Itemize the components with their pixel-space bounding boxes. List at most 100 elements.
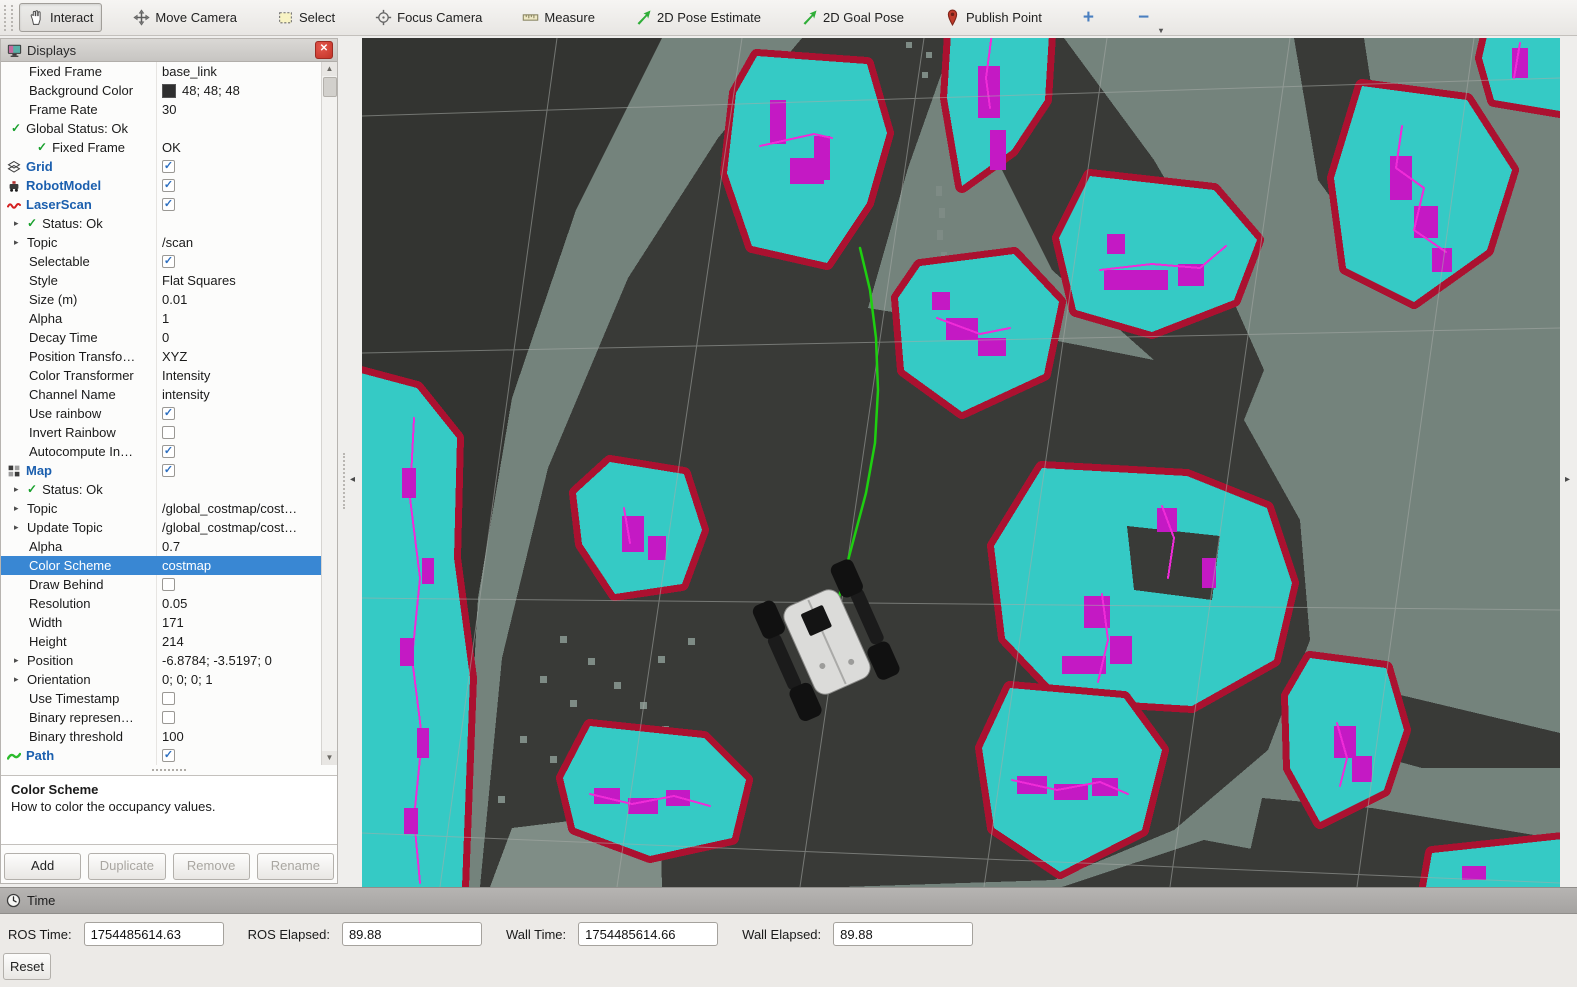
property-row-height[interactable]: Height214 — [1, 632, 322, 651]
property-row-size-m[interactable]: Size (m)0.01 — [1, 290, 322, 309]
checkbox-invert-rainbow[interactable] — [162, 426, 175, 439]
property-value[interactable]: Flat Squares — [162, 271, 236, 290]
right-splitter[interactable]: ▸ — [1560, 38, 1577, 887]
displays-panel-titlebar[interactable]: Displays ✕ — [1, 39, 337, 62]
checkbox-selectable[interactable]: ✓ — [162, 255, 175, 268]
tool-select[interactable]: Select — [268, 3, 344, 32]
add-button[interactable]: Add — [4, 853, 81, 880]
left-splitter[interactable]: ◂ — [338, 38, 362, 887]
tool-2d-pose-estimate[interactable]: 2D Pose Estimate — [626, 3, 770, 32]
property-value[interactable]: 171 — [162, 613, 184, 632]
tool-publish-point[interactable]: Publish Point — [935, 3, 1051, 32]
checkbox-binary-represen[interactable] — [162, 711, 175, 724]
tool-move-camera[interactable]: Move Camera — [124, 3, 246, 32]
property-row-selectable[interactable]: Selectable✓ — [1, 252, 322, 271]
property-row-topic[interactable]: ▸Topic/global_costmap/cost… — [1, 499, 322, 518]
checkbox-path[interactable]: ✓ — [162, 749, 175, 762]
expand-arrow-icon[interactable]: ▸ — [11, 670, 27, 689]
property-value[interactable]: XYZ — [162, 347, 187, 366]
reset-button[interactable]: Reset — [3, 953, 51, 980]
property-value[interactable]: costmap — [162, 556, 211, 575]
checkbox-laserscan[interactable]: ✓ — [162, 198, 175, 211]
property-value[interactable]: 0.7 — [162, 537, 180, 556]
property-value[interactable]: /global_costmap/cost… — [162, 518, 297, 537]
property-row-map[interactable]: Map✓ — [1, 461, 322, 480]
time-panel-titlebar[interactable]: Time — [0, 887, 1577, 914]
collapse-left-icon[interactable]: ◂ — [350, 474, 355, 485]
property-value[interactable]: 1 — [162, 309, 169, 328]
property-value[interactable]: 0; 0; 0; 1 — [162, 670, 213, 689]
checkbox-draw-behind[interactable] — [162, 578, 175, 591]
property-row-position-transfo[interactable]: Position Transfo…XYZ — [1, 347, 322, 366]
property-row-binary-threshold[interactable]: Binary threshold100 — [1, 727, 322, 746]
property-row-binary-represen[interactable]: Binary represen… — [1, 708, 322, 727]
property-row-update-topic[interactable]: ▸Update Topic/global_costmap/cost… — [1, 518, 322, 537]
property-value[interactable]: -6.8784; -3.5197; 0 — [162, 651, 272, 670]
property-row-decay-time[interactable]: Decay Time0 — [1, 328, 322, 347]
property-row-color-scheme[interactable]: Color Schemecostmap — [1, 556, 322, 575]
render-viewport[interactable] — [362, 38, 1560, 887]
property-row-draw-behind[interactable]: Draw Behind — [1, 575, 322, 594]
property-row-autocompute-in[interactable]: Autocompute In…✓ — [1, 442, 322, 461]
toolbar-drag-handle[interactable] — [4, 5, 13, 31]
property-value[interactable]: 0 — [162, 328, 169, 347]
property-value[interactable]: 100 — [162, 727, 184, 746]
close-icon[interactable]: ✕ — [315, 41, 333, 59]
checkbox-map[interactable]: ✓ — [162, 464, 175, 477]
property-value[interactable]: base_link — [162, 62, 217, 81]
checkbox-robotmodel[interactable]: ✓ — [162, 179, 175, 192]
property-value[interactable]: 30 — [162, 100, 176, 119]
expand-arrow-icon[interactable]: ▸ — [11, 480, 27, 499]
property-value[interactable]: 0.01 — [162, 290, 187, 309]
tool-interact[interactable]: Interact — [19, 3, 102, 32]
property-row-status-ok[interactable]: ▸✓Status: Ok — [1, 214, 322, 233]
checkbox-use-rainbow[interactable]: ✓ — [162, 407, 175, 420]
property-row-path[interactable]: Path✓ — [1, 746, 322, 765]
property-value[interactable]: OK — [162, 138, 181, 157]
property-row-use-timestamp[interactable]: Use Timestamp — [1, 689, 322, 708]
property-value[interactable]: /scan — [162, 233, 193, 252]
property-row-fixed-frame[interactable]: ✓Fixed FrameOK — [1, 138, 322, 157]
property-row-alpha[interactable]: Alpha1 — [1, 309, 322, 328]
property-value[interactable]: 214 — [162, 632, 184, 651]
property-row-position[interactable]: ▸Position-6.8784; -3.5197; 0 — [1, 651, 322, 670]
checkbox-autocompute-in[interactable]: ✓ — [162, 445, 175, 458]
property-row-robotmodel[interactable]: RobotModel✓ — [1, 176, 322, 195]
ros-elapsed-input[interactable] — [342, 922, 482, 946]
property-value[interactable]: Intensity — [162, 366, 210, 385]
property-row-topic[interactable]: ▸Topic/scan — [1, 233, 322, 252]
property-value[interactable]: intensity — [162, 385, 210, 404]
collapse-right-icon[interactable]: ▸ — [1565, 474, 1570, 485]
ros-time-input[interactable] — [84, 922, 224, 946]
property-row-laserscan[interactable]: LaserScan✓ — [1, 195, 322, 214]
wall-elapsed-input[interactable] — [833, 922, 973, 946]
expand-arrow-icon[interactable]: ▸ — [11, 518, 27, 537]
property-row-alpha[interactable]: Alpha0.7 — [1, 537, 322, 556]
panel-splitter[interactable] — [1, 765, 337, 775]
remove-button[interactable]: Remove — [173, 853, 250, 880]
scroll-down-icon[interactable]: ▼ — [322, 751, 337, 765]
property-row-invert-rainbow[interactable]: Invert Rainbow — [1, 423, 322, 442]
property-value[interactable]: 0.05 — [162, 594, 187, 613]
color-swatch[interactable] — [162, 84, 176, 98]
property-row-fixed-frame[interactable]: Fixed Framebase_link — [1, 62, 322, 81]
property-row-channel-name[interactable]: Channel Nameintensity — [1, 385, 322, 404]
wall-time-input[interactable] — [578, 922, 718, 946]
property-row-style[interactable]: StyleFlat Squares — [1, 271, 322, 290]
tree-scrollbar[interactable]: ▲ ▼ — [321, 62, 337, 765]
add-tool-button[interactable]: + — [1073, 7, 1104, 29]
property-row-global-status-ok[interactable]: ✓Global Status: Ok — [1, 119, 322, 138]
scrollbar-thumb[interactable] — [323, 77, 337, 97]
duplicate-button[interactable]: Duplicate — [88, 853, 165, 880]
tool-measure[interactable]: Measure — [513, 3, 604, 32]
scroll-up-icon[interactable]: ▲ — [322, 62, 337, 76]
property-value[interactable]: /global_costmap/cost… — [162, 499, 297, 518]
expand-arrow-icon[interactable]: ▸ — [11, 499, 27, 518]
checkbox-use-timestamp[interactable] — [162, 692, 175, 705]
expand-arrow-icon[interactable]: ▸ — [11, 214, 27, 233]
property-row-frame-rate[interactable]: Frame Rate30 — [1, 100, 322, 119]
property-row-resolution[interactable]: Resolution0.05 — [1, 594, 322, 613]
checkbox-grid[interactable]: ✓ — [162, 160, 175, 173]
tool-focus-camera[interactable]: Focus Camera — [366, 3, 491, 32]
property-row-use-rainbow[interactable]: Use rainbow✓ — [1, 404, 322, 423]
